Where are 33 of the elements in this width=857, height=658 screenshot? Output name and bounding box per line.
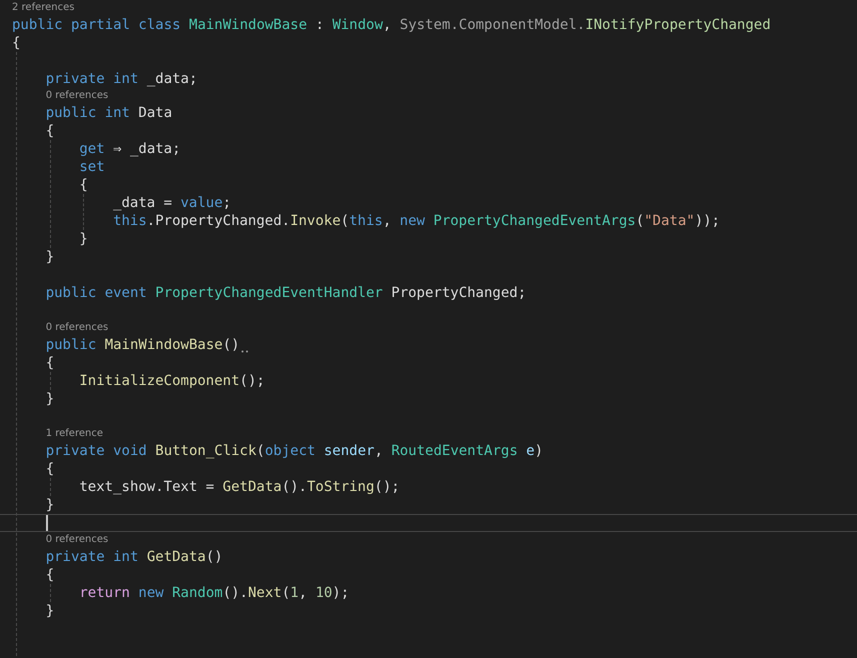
code-line: InitializeComponent();: [79, 372, 266, 390]
code-line: private int _data;: [46, 70, 198, 88]
code-line: get ⇒ _data;: [79, 140, 182, 158]
code-line: _data = value;: [113, 194, 232, 212]
code-line: public int Data: [46, 104, 174, 122]
reference-count-link[interactable]: 0 references: [46, 90, 108, 101]
code-line: public partial class MainWindowBase : Window, System.ComponentModel.INotifyPropertyChanged: [12, 16, 772, 34]
code-line: public MainWindowBase(): [46, 336, 857, 354]
dots-icon[interactable]: [240, 350, 249, 353]
code-line: }: [79, 230, 89, 248]
code-line: }: [46, 496, 56, 514]
code-line: {: [46, 354, 56, 372]
code-line: text_show.Text = GetData().ToString();: [79, 478, 401, 496]
code-line: private void Button_Click(object sender, RoutedEventArgs e): [46, 442, 544, 460]
code-line: public event PropertyChangedEventHandler PropertyChanged;: [46, 284, 528, 302]
code-line: {: [46, 460, 56, 478]
code-editor[interactable]: [0, 0, 857, 658]
code-line: set: [79, 158, 106, 176]
code-line: private int GetData(): [46, 548, 224, 566]
code-line: return new Random().Next(1, 10);: [79, 584, 350, 602]
code-line: {: [79, 176, 89, 194]
code-line: {: [12, 34, 22, 52]
text-cursor: [46, 515, 48, 531]
code-line: {: [46, 566, 56, 584]
code-line: }: [46, 602, 56, 620]
reference-count-link[interactable]: 0 references: [46, 322, 108, 333]
code-line: {: [46, 122, 56, 140]
code-line: }: [46, 390, 56, 408]
code-line: this.PropertyChanged.Invoke(this, new PropertyChangedEventArgs("Data"));: [113, 212, 721, 230]
reference-count-link[interactable]: 0 references: [46, 534, 108, 545]
reference-count-link[interactable]: 1 reference: [46, 428, 103, 439]
reference-count-link[interactable]: 2 references: [12, 2, 74, 13]
code-line: }: [46, 248, 56, 266]
